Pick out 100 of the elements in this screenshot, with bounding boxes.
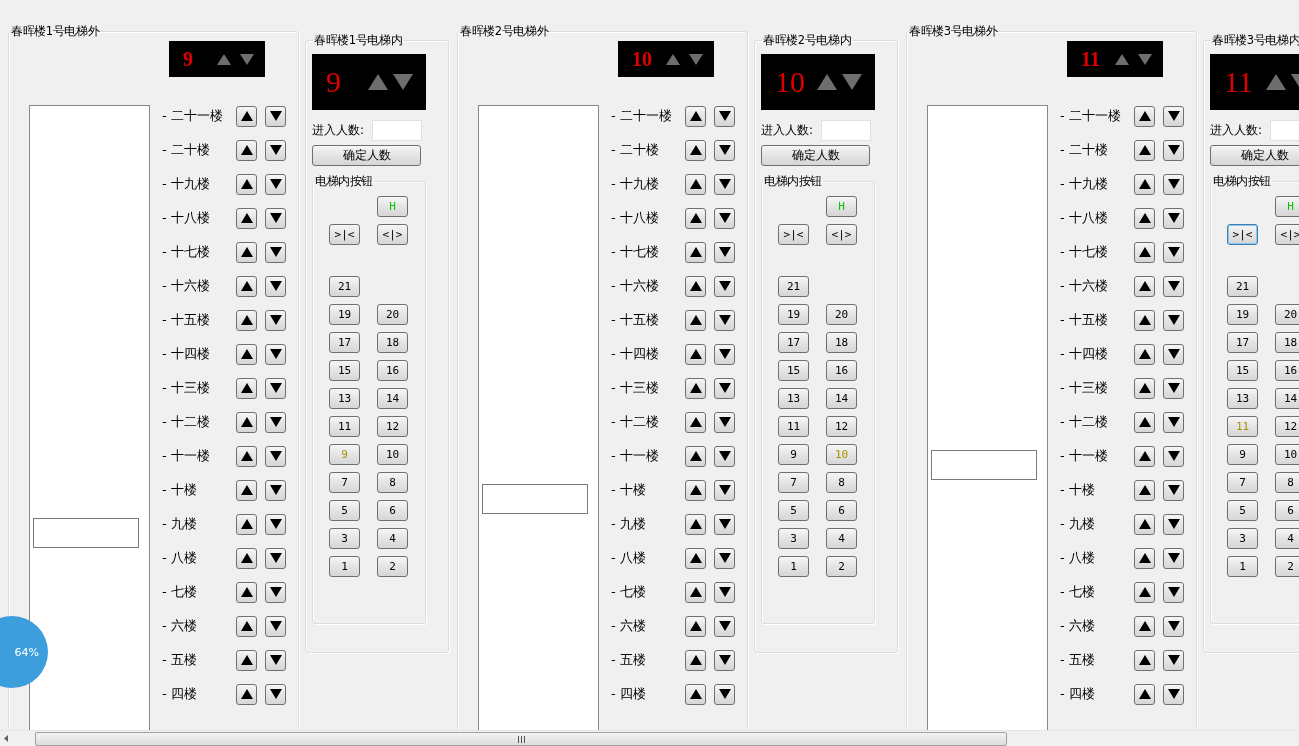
floor-button[interactable]: 5 [329,500,360,521]
floor-button[interactable]: 19 [329,304,360,325]
up-call-button[interactable] [236,513,257,535]
down-call-button[interactable] [265,207,286,229]
up-call-button[interactable] [685,105,706,127]
floor-button[interactable]: 4 [1275,528,1299,549]
up-call-button[interactable] [685,411,706,433]
down-call-button[interactable] [265,615,286,637]
up-call-button[interactable] [1134,105,1155,127]
up-call-button[interactable] [1134,275,1155,297]
down-call-button[interactable] [265,479,286,501]
floor-button[interactable]: 21 [329,276,360,297]
up-call-button[interactable] [685,683,706,705]
floor-button[interactable]: 18 [377,332,408,353]
up-call-button[interactable] [236,105,257,127]
floor-button[interactable]: 11 [778,416,809,437]
up-call-button[interactable] [236,139,257,161]
up-call-button[interactable] [236,649,257,671]
confirm-button[interactable]: 确定人数 [761,145,870,166]
floor-button[interactable]: 7 [329,472,360,493]
floor-button[interactable]: 15 [329,360,360,381]
up-call-button[interactable] [236,377,257,399]
down-call-button[interactable] [1163,513,1184,535]
floor-button[interactable]: 16 [377,360,408,381]
up-call-button[interactable] [236,615,257,637]
up-call-button[interactable] [1134,649,1155,671]
down-call-button[interactable] [1163,377,1184,399]
floor-button[interactable]: 8 [826,472,857,493]
floor-button[interactable]: 12 [1275,416,1299,437]
floor-button[interactable]: 19 [1227,304,1258,325]
floor-button[interactable]: 13 [778,388,809,409]
down-call-button[interactable] [714,343,735,365]
up-call-button[interactable] [1134,309,1155,331]
up-call-button[interactable] [1134,683,1155,705]
up-call-button[interactable] [1134,411,1155,433]
down-call-button[interactable] [265,513,286,535]
confirm-button[interactable]: 确定人数 [1210,145,1299,166]
door-close-button[interactable]: >|< [778,224,809,245]
up-call-button[interactable] [685,173,706,195]
confirm-button[interactable]: 确定人数 [312,145,421,166]
floor-button[interactable]: 9 [1227,444,1258,465]
down-call-button[interactable] [1163,479,1184,501]
up-call-button[interactable] [1134,547,1155,569]
floor-button[interactable]: 9 [778,444,809,465]
up-call-button[interactable] [685,139,706,161]
floor-button[interactable]: 14 [1275,388,1299,409]
up-call-button[interactable] [1134,581,1155,603]
up-call-button[interactable] [236,411,257,433]
horizontal-scrollbar[interactable] [0,730,1299,746]
floor-button[interactable]: 8 [377,472,408,493]
floor-button[interactable]: 1 [778,556,809,577]
floor-button[interactable]: 8 [1275,472,1299,493]
up-call-button[interactable] [685,309,706,331]
down-call-button[interactable] [714,479,735,501]
floor-button[interactable]: 14 [826,388,857,409]
down-call-button[interactable] [1163,445,1184,467]
scroll-thumb[interactable] [35,732,1007,746]
floor-button[interactable]: 15 [1227,360,1258,381]
floor-button[interactable]: 13 [329,388,360,409]
up-call-button[interactable] [685,547,706,569]
down-call-button[interactable] [1163,683,1184,705]
up-call-button[interactable] [236,445,257,467]
floor-button[interactable]: 21 [778,276,809,297]
floor-button[interactable]: 7 [1227,472,1258,493]
up-call-button[interactable] [685,581,706,603]
floor-button[interactable]: 17 [1227,332,1258,353]
floor-button[interactable]: 6 [826,500,857,521]
floor-button[interactable]: 17 [778,332,809,353]
down-call-button[interactable] [265,105,286,127]
up-call-button[interactable] [685,377,706,399]
floor-button[interactable]: 10 [1275,444,1299,465]
down-call-button[interactable] [265,139,286,161]
count-field[interactable] [821,120,871,141]
floor-button[interactable]: 17 [329,332,360,353]
up-call-button[interactable] [236,581,257,603]
up-call-button[interactable] [236,207,257,229]
down-call-button[interactable] [714,615,735,637]
floor-button[interactable]: 6 [1275,500,1299,521]
up-call-button[interactable] [1134,241,1155,263]
floor-button[interactable]: 3 [778,528,809,549]
up-call-button[interactable] [685,207,706,229]
floor-button[interactable]: 20 [826,304,857,325]
up-call-button[interactable] [236,275,257,297]
up-call-button[interactable] [236,173,257,195]
down-call-button[interactable] [714,173,735,195]
up-call-button[interactable] [236,241,257,263]
down-call-button[interactable] [1163,581,1184,603]
down-call-button[interactable] [714,105,735,127]
down-call-button[interactable] [714,683,735,705]
floor-button[interactable]: 14 [377,388,408,409]
floor-button[interactable]: 19 [778,304,809,325]
floor-button[interactable]: 11 [329,416,360,437]
down-call-button[interactable] [1163,615,1184,637]
floor-button[interactable]: 16 [826,360,857,381]
floor-button[interactable]: 20 [1275,304,1299,325]
door-close-button[interactable]: >|< [1227,224,1258,245]
down-call-button[interactable] [265,411,286,433]
up-call-button[interactable] [236,479,257,501]
door-close-button[interactable]: >|< [329,224,360,245]
down-call-button[interactable] [1163,241,1184,263]
